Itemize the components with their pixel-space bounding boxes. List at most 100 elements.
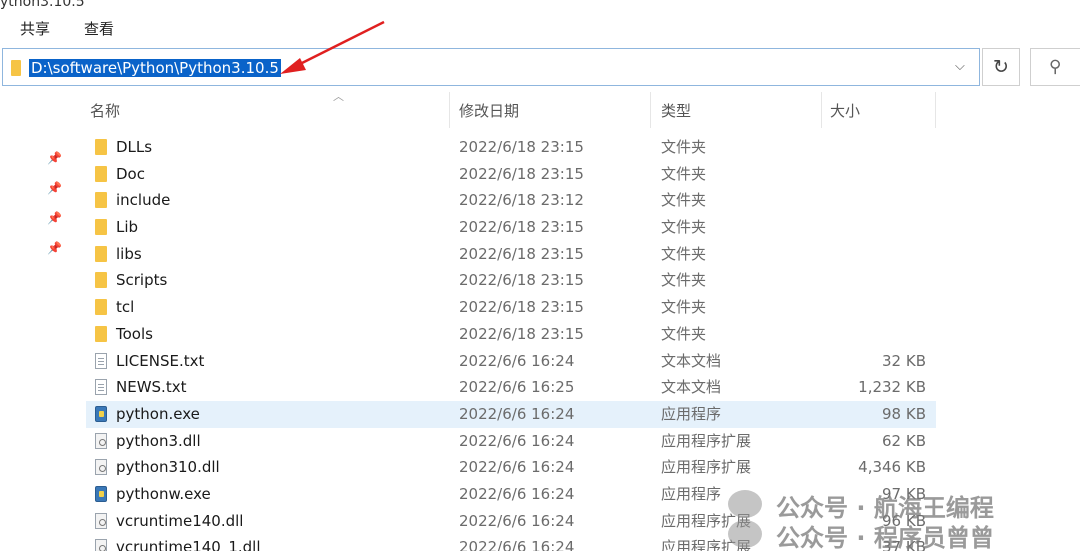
- file-type: 文件夹: [661, 191, 707, 210]
- file-date: 2022/6/6 16:24: [459, 511, 575, 530]
- file-name: python310.dll: [116, 458, 220, 477]
- pin-icon: 📌: [47, 241, 62, 255]
- file-row[interactable]: tcl 2022/6/18 23:15 文件夹: [86, 294, 936, 321]
- file-row[interactable]: DLLs 2022/6/18 23:15 文件夹: [86, 134, 936, 161]
- file-name: NEWS.txt: [116, 378, 187, 397]
- file-date: 2022/6/18 23:15: [459, 164, 584, 183]
- file-type: 应用程序扩展: [661, 538, 752, 551]
- file-row[interactable]: python.exe 2022/6/6 16:24 应用程序 98 KB: [86, 400, 936, 428]
- file-name: DLLs: [116, 138, 153, 156]
- file-date: 2022/6/18 23:15: [459, 244, 584, 263]
- file-date: 2022/6/6 16:24: [459, 351, 575, 370]
- file-type: 应用程序扩展: [661, 511, 752, 530]
- file-list: DLLs 2022/6/18 23:15 文件夹 Doc 2022/6/18 23:15…: [86, 134, 936, 551]
- file-date: 2022/6/18 23:15: [459, 138, 584, 156]
- file-row[interactable]: pythonw.exe 2022/6/6 16:24 应用程序 97 KB: [86, 481, 936, 508]
- file-type: 文件夹: [661, 324, 707, 343]
- file-size: 32 KB: [882, 351, 926, 370]
- file-row[interactable]: include 2022/6/18 23:12 文件夹: [86, 187, 936, 214]
- file-date: 2022/6/6 16:24: [459, 538, 575, 551]
- file-name: pythonw.exe: [116, 484, 211, 503]
- file-row[interactable]: LICENSE.txt 2022/6/6 16:24 文本文档 32 KB: [86, 348, 936, 375]
- file-date: 2022/6/18 23:15: [459, 271, 584, 290]
- column-divider[interactable]: [935, 92, 936, 128]
- file-row[interactable]: vcruntime140_1.dll 2022/6/6 16:24 应用程序扩展 37…: [86, 534, 936, 551]
- file-date: 2022/6/18 23:15: [459, 324, 584, 343]
- file-row[interactable]: python3.dll 2022/6/6 16:24 应用程序扩展 62 KB: [86, 428, 936, 455]
- file-type: 文件夹: [661, 271, 707, 290]
- sort-ascending-icon: ︿: [333, 90, 344, 103]
- dll-file-icon: [95, 539, 107, 551]
- column-divider[interactable]: [449, 92, 450, 128]
- text-file-icon: [95, 352, 107, 369]
- file-row[interactable]: libs 2022/6/18 23:15 文件夹: [86, 241, 936, 268]
- pin-icon: 📌: [47, 151, 62, 165]
- ribbon: 共享 查看: [0, 14, 1080, 44]
- dll-file-icon: [95, 432, 107, 449]
- file-size: 97 KB: [882, 484, 926, 503]
- column-divider[interactable]: [821, 92, 822, 128]
- file-name: include: [116, 191, 171, 210]
- dll-file-icon: [95, 512, 107, 529]
- pin-icon: 📌: [47, 211, 62, 225]
- file-type: 文件夹: [661, 164, 707, 183]
- file-size: 98 KB: [882, 404, 926, 423]
- file-name: Lib: [116, 218, 139, 237]
- folder-icon: [95, 192, 107, 209]
- folder-icon: [95, 219, 107, 236]
- file-type: 文件夹: [661, 218, 707, 237]
- column-header-name[interactable]: 名称: [90, 100, 120, 121]
- file-row[interactable]: Lib 2022/6/18 23:15 文件夹: [86, 214, 936, 241]
- file-type: 文件夹: [661, 244, 707, 263]
- file-name: vcruntime140.dll: [116, 511, 244, 530]
- file-type: 应用程序: [661, 404, 722, 423]
- file-type: 应用程序: [661, 484, 722, 503]
- folder-icon: [95, 139, 107, 155]
- dll-file-icon: [95, 459, 107, 476]
- application-icon: [95, 405, 107, 422]
- refresh-icon: ↻: [993, 56, 1009, 78]
- file-name: Tools: [116, 324, 153, 343]
- refresh-button[interactable]: ↻: [982, 48, 1020, 86]
- file-name: LICENSE.txt: [116, 351, 205, 370]
- folder-icon: [95, 325, 107, 342]
- address-bar[interactable]: D:\software\Python\Python3.10.5 ⌵: [2, 48, 980, 86]
- folder-icon: [95, 299, 107, 316]
- window-title: ython3.10.5: [0, 0, 85, 10]
- file-size: 4,346 KB: [858, 458, 926, 477]
- file-date: 2022/6/18 23:12: [459, 191, 584, 210]
- column-divider[interactable]: [650, 92, 651, 128]
- folder-icon: [95, 165, 107, 182]
- column-header-date[interactable]: 修改日期: [459, 100, 519, 121]
- tab-share[interactable]: 共享: [20, 18, 50, 39]
- file-row[interactable]: Tools 2022/6/18 23:15 文件夹: [86, 321, 936, 348]
- file-name: Scripts: [116, 271, 168, 290]
- search-box[interactable]: ⚲: [1030, 48, 1080, 86]
- file-name: python3.dll: [116, 431, 201, 450]
- file-size: 96 KB: [882, 511, 926, 530]
- column-header-row: ︿ 名称 修改日期 类型 大小: [72, 90, 942, 130]
- address-path[interactable]: D:\software\Python\Python3.10.5: [29, 59, 281, 77]
- file-name: tcl: [116, 298, 135, 317]
- folder-icon: [11, 60, 21, 76]
- column-header-size[interactable]: 大小: [830, 100, 860, 121]
- file-name: libs: [116, 244, 142, 263]
- column-header-type[interactable]: 类型: [661, 100, 691, 121]
- file-row[interactable]: Scripts 2022/6/18 23:15 文件夹: [86, 267, 936, 294]
- application-icon: [95, 485, 107, 502]
- file-size: 62 KB: [882, 431, 926, 450]
- file-row[interactable]: vcruntime140.dll 2022/6/6 16:24 应用程序扩展 96 K…: [86, 508, 936, 535]
- file-date: 2022/6/18 23:15: [459, 218, 584, 237]
- file-name: vcruntime140_1.dll: [116, 538, 261, 551]
- file-row[interactable]: Doc 2022/6/18 23:15 文件夹: [86, 161, 936, 188]
- tab-view[interactable]: 查看: [84, 18, 114, 39]
- file-row[interactable]: python310.dll 2022/6/6 16:24 应用程序扩展 4,346 K…: [86, 454, 936, 481]
- file-date: 2022/6/6 16:24: [459, 484, 575, 503]
- file-type: 文本文档: [661, 378, 722, 397]
- file-size: 37 KB: [882, 538, 926, 551]
- file-type: 应用程序扩展: [661, 431, 752, 450]
- file-row[interactable]: NEWS.txt 2022/6/6 16:25 文本文档 1,232 KB: [86, 374, 936, 401]
- file-name: python.exe: [116, 404, 200, 423]
- file-name: Doc: [116, 164, 145, 183]
- chevron-down-icon[interactable]: ⌵: [955, 59, 965, 74]
